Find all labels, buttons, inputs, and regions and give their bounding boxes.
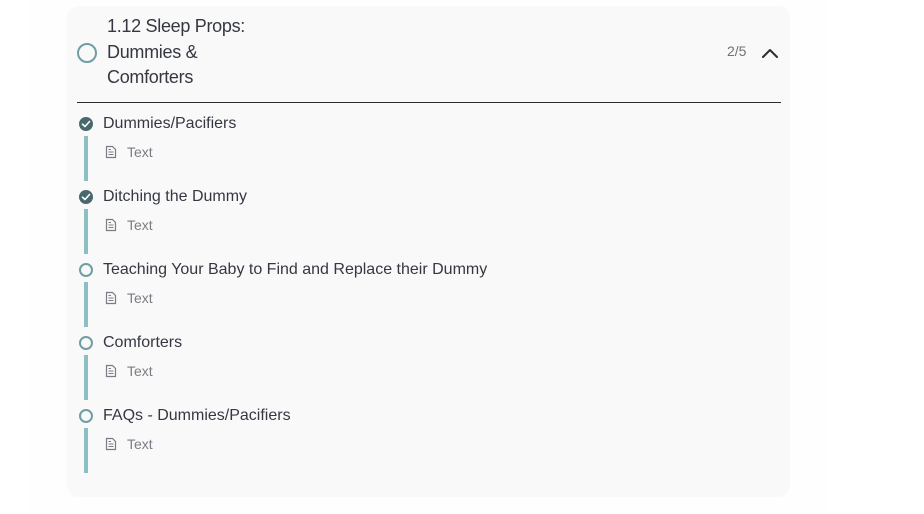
lesson-title[interactable]: Teaching Your Baby to Find and Replace t…: [103, 260, 487, 280]
lesson-title[interactable]: Dummies/Pacifiers: [103, 114, 236, 134]
lesson-connector-bar: [84, 209, 88, 254]
chevron-up-icon[interactable]: [761, 46, 779, 60]
section-title: 1.12 Sleep Props: Dummies & Comforters: [107, 16, 245, 87]
section-progress-circle-icon: [77, 43, 97, 63]
lesson-item[interactable]: Teaching Your Baby to Find and Replace t…: [77, 260, 717, 336]
incomplete-circle-icon: [79, 263, 93, 277]
module-section-card: 1.12 Sleep Props: Dummies & Comforters 2…: [67, 6, 790, 497]
lesson-title[interactable]: FAQs - Dummies/Pacifiers: [103, 406, 291, 426]
completed-check-icon: [79, 190, 93, 204]
lesson-type-label: Text: [127, 363, 153, 379]
lesson-connector-bar: [84, 355, 88, 400]
lesson-connector-bar: [84, 282, 88, 327]
lesson-title[interactable]: Ditching the Dummy: [103, 187, 247, 207]
section-header[interactable]: 1.12 Sleep Props: Dummies & Comforters 2…: [77, 6, 781, 103]
lesson-type-label: Text: [127, 290, 153, 306]
document-icon: [105, 145, 117, 159]
lesson-item[interactable]: Ditching the Dummy Text: [77, 187, 717, 263]
document-icon: [105, 218, 117, 232]
incomplete-circle-icon: [79, 409, 93, 423]
lesson-type-label: Text: [127, 436, 153, 452]
lesson-title[interactable]: Comforters: [103, 333, 182, 353]
section-progress-count: 2/5: [727, 43, 747, 59]
lesson-connector-bar: [84, 428, 88, 473]
lesson-connector-bar: [84, 136, 88, 181]
lesson-item[interactable]: Dummies/Pacifiers Text: [77, 114, 717, 190]
lesson-type-label: Text: [127, 144, 153, 160]
lesson-item[interactable]: Comforters Text: [77, 333, 717, 409]
completed-check-icon: [79, 117, 93, 131]
document-icon: [105, 291, 117, 305]
lesson-type-label: Text: [127, 217, 153, 233]
lesson-item[interactable]: FAQs - Dummies/Pacifiers Text: [77, 406, 717, 482]
document-icon: [105, 364, 117, 378]
document-icon: [105, 437, 117, 451]
incomplete-circle-icon: [79, 336, 93, 350]
